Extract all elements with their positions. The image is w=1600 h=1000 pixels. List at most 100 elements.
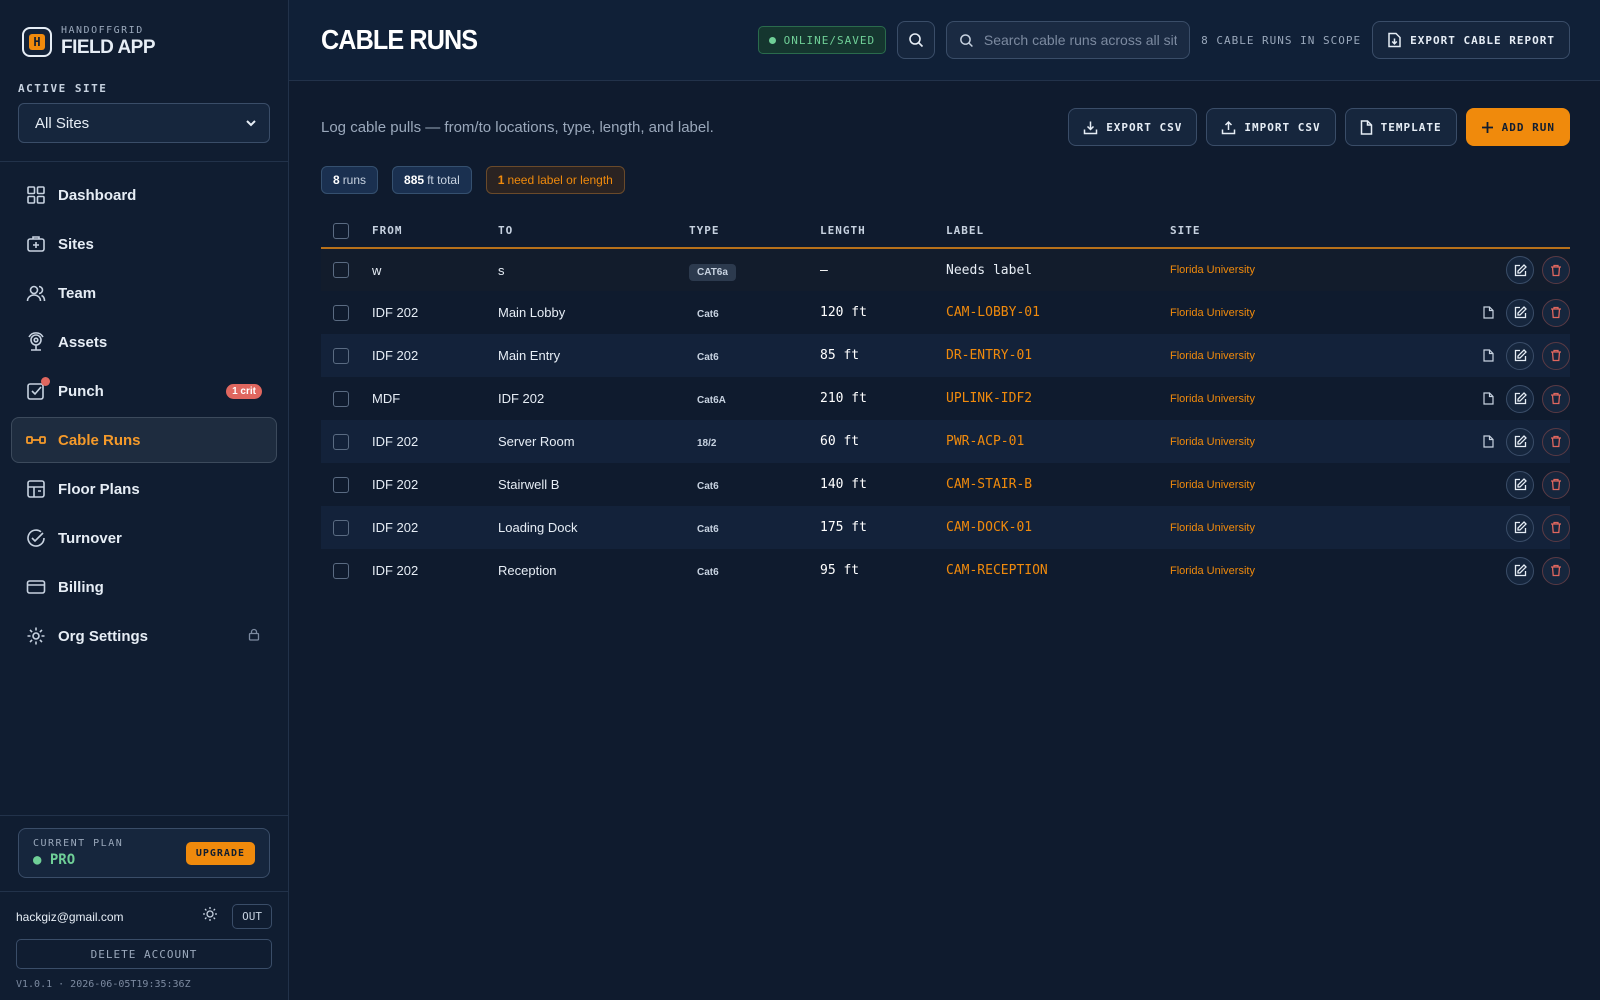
chevron-down-icon xyxy=(246,120,256,127)
users-icon xyxy=(26,283,46,303)
upgrade-button[interactable]: UPGRADE xyxy=(185,841,255,865)
cell-to: IDF 202 xyxy=(498,391,545,406)
export-csv-button[interactable]: EXPORT CSV xyxy=(1068,108,1198,146)
sidebar-item-floor-plans[interactable]: Floor Plans xyxy=(11,466,277,512)
cell-length: 210 ft xyxy=(820,391,867,406)
delete-row-button[interactable] xyxy=(1542,513,1570,542)
delete-row-button[interactable] xyxy=(1542,470,1570,499)
delete-row-button[interactable] xyxy=(1542,298,1570,327)
edit-row-button[interactable] xyxy=(1506,470,1534,499)
cell-to: Reception xyxy=(498,563,557,578)
total-length-chip: 885 ft total xyxy=(392,166,472,194)
cell-from: IDF 202 xyxy=(372,420,498,463)
edit-row-button[interactable] xyxy=(1506,341,1534,370)
brand-title: FIELD APP xyxy=(61,37,156,58)
search-toggle-button[interactable] xyxy=(897,21,936,59)
delete-row-button[interactable] xyxy=(1542,384,1570,413)
cell-from: IDF 202 xyxy=(372,506,498,549)
cell-label: CAM-RECEPTION xyxy=(946,563,1048,578)
sidebar-item-assets[interactable]: Assets xyxy=(11,319,277,365)
sidebar-item-org-settings[interactable]: Org Settings xyxy=(11,613,277,659)
table-row[interactable]: w s CAT6a — Needs label Florida University xyxy=(321,248,1570,291)
row-checkbox[interactable] xyxy=(333,519,349,536)
delete-row-button[interactable] xyxy=(1542,556,1570,585)
site-select[interactable]: All Sites xyxy=(18,103,270,143)
delete-account-button[interactable]: DELETE ACCOUNT xyxy=(16,939,272,969)
cell-from: MDF xyxy=(372,391,401,406)
cell-to: s xyxy=(498,248,689,291)
column-header-type[interactable]: TYPE xyxy=(689,214,820,249)
edit-row-button[interactable] xyxy=(1506,384,1534,413)
sidebar-item-label: Sites xyxy=(58,235,94,253)
edit-icon xyxy=(1514,435,1527,448)
sidebar-item-dashboard[interactable]: Dashboard xyxy=(11,172,277,218)
import-csv-button[interactable]: IMPORT CSV xyxy=(1206,108,1336,146)
column-header-from[interactable]: FROM xyxy=(372,214,498,249)
attachment-file-icon[interactable] xyxy=(1483,349,1494,362)
attachment-file-icon[interactable] xyxy=(1483,392,1494,405)
search-input[interactable] xyxy=(983,32,1178,48)
edit-icon xyxy=(1514,349,1527,362)
sidebar-item-label: Team xyxy=(58,284,97,302)
column-header-length[interactable]: LENGTH xyxy=(820,214,946,249)
attachment-file-icon[interactable] xyxy=(1483,435,1494,448)
delete-row-button[interactable] xyxy=(1542,341,1570,370)
sign-out-button[interactable]: OUT xyxy=(232,904,272,929)
template-button[interactable]: TEMPLATE xyxy=(1344,108,1457,146)
edit-row-button[interactable] xyxy=(1506,427,1534,456)
theme-toggle-sun-icon[interactable] xyxy=(202,906,218,927)
search-icon xyxy=(960,33,973,47)
row-checkbox[interactable] xyxy=(333,562,349,579)
delete-row-button[interactable] xyxy=(1542,256,1570,284)
cable-icon xyxy=(26,430,46,450)
sidebar-item-cable-runs[interactable]: Cable Runs xyxy=(11,417,277,463)
trash-icon xyxy=(1551,564,1561,577)
warning-chip[interactable]: 1 need label or length xyxy=(485,166,625,194)
floorplan-icon xyxy=(26,479,46,499)
table-row[interactable]: IDF 202 Loading Dock Cat6 175 ft CAM-DOCK-01… xyxy=(321,506,1570,549)
attachment-file-icon[interactable] xyxy=(1483,306,1494,319)
table-row[interactable]: IDF 202 Reception Cat6 95 ft CAM-RECEPTION Fl… xyxy=(321,549,1570,592)
row-checkbox[interactable] xyxy=(333,390,349,407)
lock-icon xyxy=(248,628,260,645)
table-row[interactable]: IDF 202 Main Entry Cat6 85 ft DR-ENTRY-01 Flo… xyxy=(321,334,1570,377)
table-row[interactable]: IDF 202 Stairwell B Cat6 140 ft CAM-STAIR-B F… xyxy=(321,463,1570,506)
export-cable-report-button[interactable]: EXPORT CABLE REPORT xyxy=(1372,21,1570,59)
trash-icon xyxy=(1551,478,1561,491)
row-checkbox[interactable] xyxy=(333,347,349,364)
edit-row-button[interactable] xyxy=(1506,256,1534,284)
table-header-row: FROM TO TYPE LENGTH LABEL SITE xyxy=(321,214,1570,249)
delete-row-button[interactable] xyxy=(1542,427,1570,456)
row-checkbox[interactable] xyxy=(333,433,349,450)
card-icon xyxy=(26,577,46,597)
cable-runs-table: FROM TO TYPE LENGTH LABEL SITE w s CAT6a — N… xyxy=(321,214,1570,592)
brand[interactable]: H HANDOFFGRID FIELD APP xyxy=(0,0,288,84)
column-header-to[interactable]: TO xyxy=(498,214,689,249)
sidebar-item-label: Assets xyxy=(58,333,108,351)
add-run-button[interactable]: ADD RUN xyxy=(1465,108,1570,146)
sidebar-item-team[interactable]: Team xyxy=(11,270,277,316)
cell-site: Florida University xyxy=(1170,564,1255,577)
column-header-label[interactable]: LABEL xyxy=(946,214,1170,249)
account-section: hackgiz@gmail.com OUT DELETE ACCOUNT V1.… xyxy=(0,891,288,1000)
edit-row-button[interactable] xyxy=(1506,556,1534,585)
cell-from: IDF 202 xyxy=(372,305,419,320)
row-checkbox[interactable] xyxy=(333,262,349,279)
table-row[interactable]: IDF 202 Main Lobby Cat6 120 ft CAM-LOBBY-01 F… xyxy=(321,291,1570,334)
row-checkbox[interactable] xyxy=(333,476,349,493)
edit-row-button[interactable] xyxy=(1506,513,1534,542)
sidebar-item-billing[interactable]: Billing xyxy=(11,564,277,610)
sidebar-item-punch[interactable]: Punch 1 crit xyxy=(11,368,277,414)
table-row[interactable]: IDF 202 Server Room 18/2 60 ft PWR-ACP-01 Flo… xyxy=(321,420,1570,463)
sidebar-item-turnover[interactable]: Turnover xyxy=(11,515,277,561)
table-row[interactable]: MDF IDF 202 Cat6A 210 ft UPLINK-IDF2 Florida … xyxy=(321,377,1570,420)
select-all-checkbox[interactable] xyxy=(333,222,349,239)
cell-type-badge: 18/2 xyxy=(697,438,717,449)
row-checkbox[interactable] xyxy=(333,304,349,321)
edit-row-button[interactable] xyxy=(1506,298,1534,327)
cell-type-badge: Cat6 xyxy=(697,481,719,492)
column-header-site[interactable]: SITE xyxy=(1170,214,1430,249)
sidebar-item-sites[interactable]: Sites xyxy=(11,221,277,267)
current-plan-card: CURRENT PLAN ● PRO UPGRADE xyxy=(18,828,270,878)
site-select-value: All Sites xyxy=(35,114,90,132)
